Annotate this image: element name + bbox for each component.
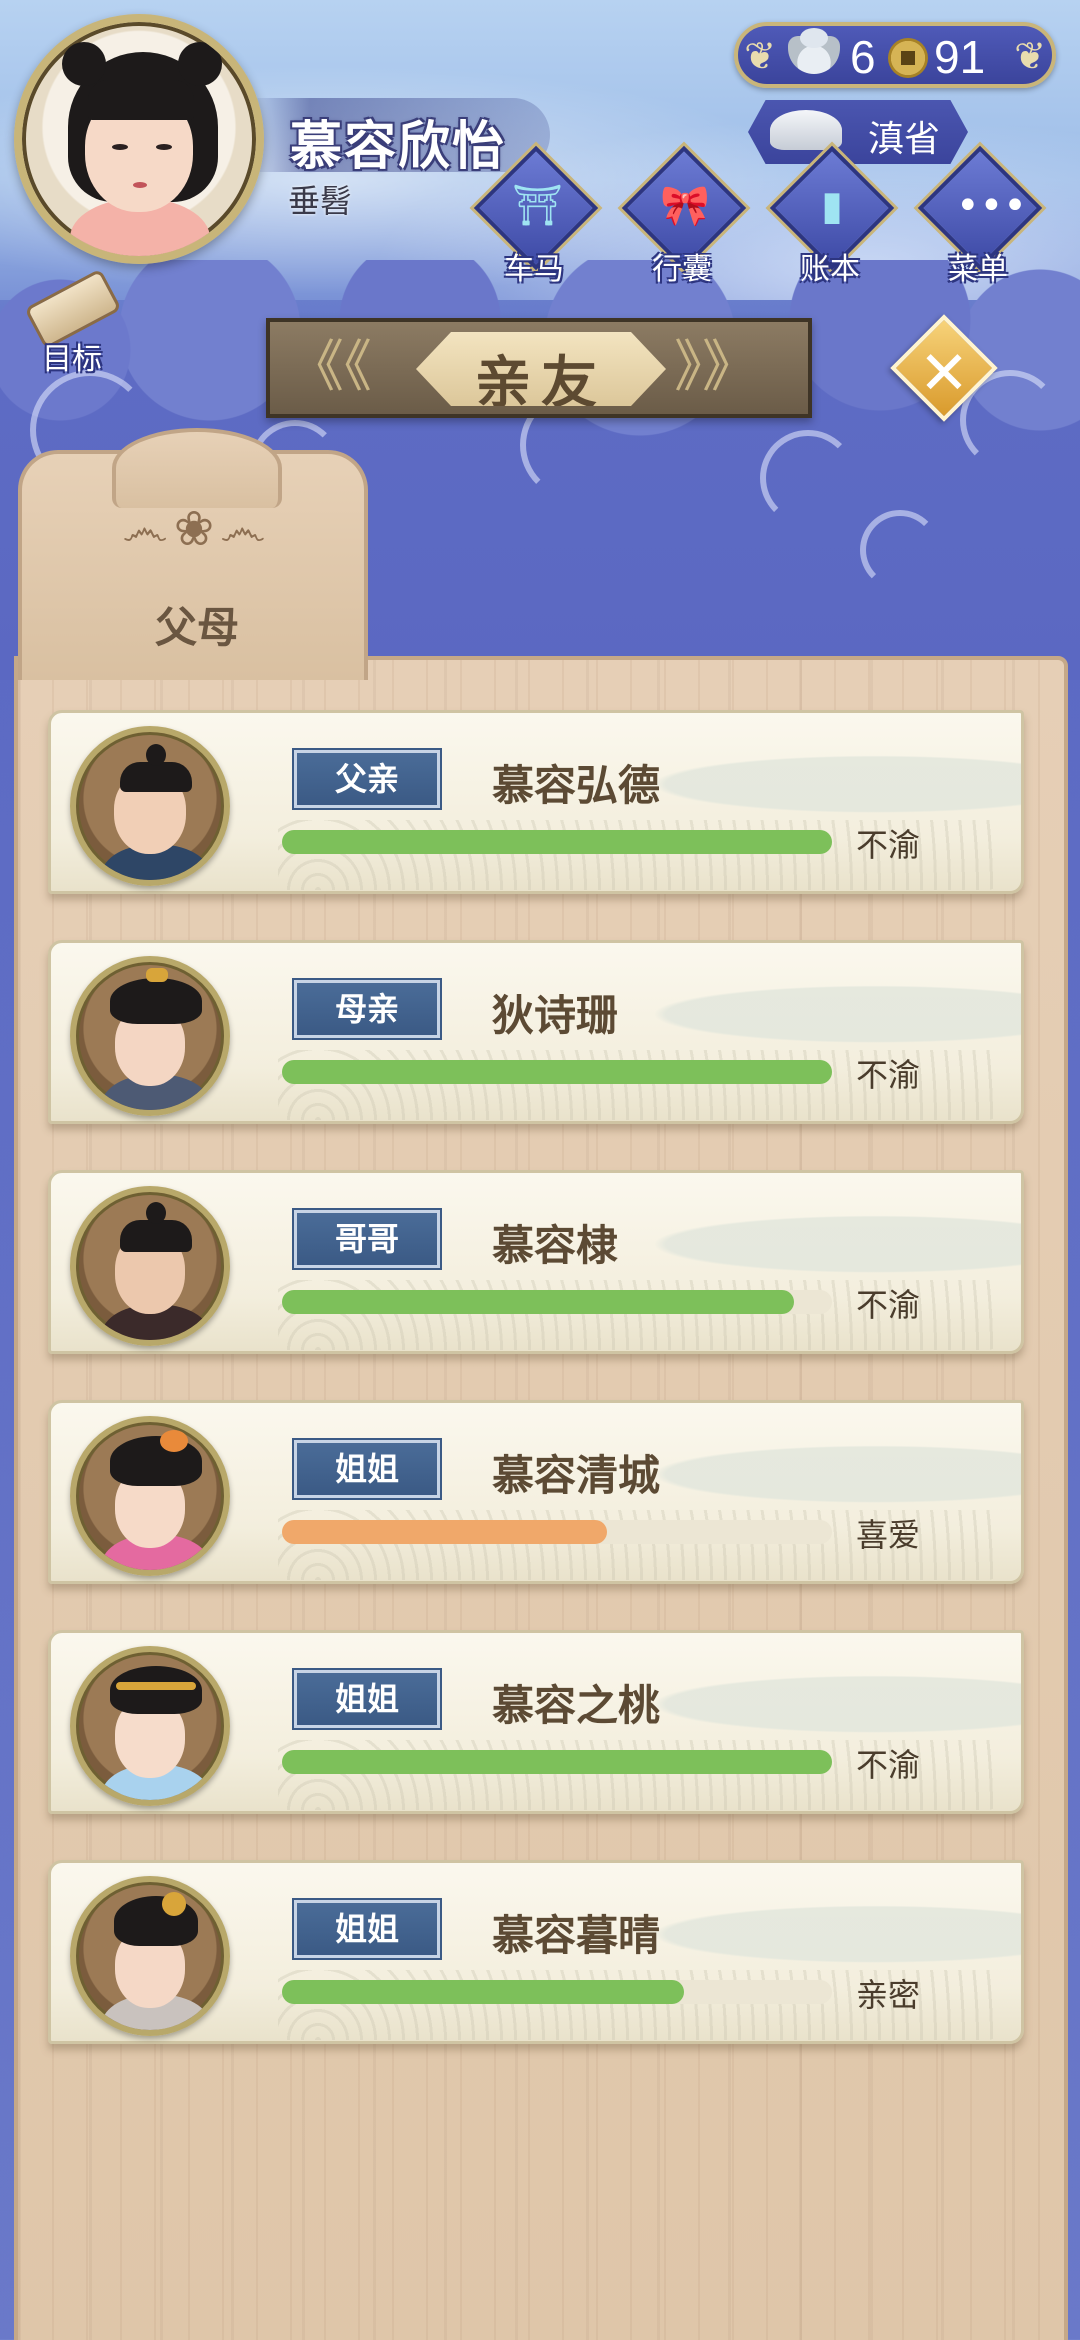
- affection-fill: [282, 1060, 832, 1084]
- location-button[interactable]: 滇省: [748, 100, 968, 164]
- relative-card[interactable]: 父亲 慕容弘德 不渝: [38, 710, 1028, 906]
- tab-parents[interactable]: ෴❀෴ 父母: [18, 428, 368, 680]
- role-tag: 哥哥: [294, 1210, 440, 1268]
- relative-card[interactable]: 哥哥 慕容棣 不渝: [38, 1170, 1028, 1366]
- relative-name: 慕容弘德: [492, 761, 661, 810]
- chevron-left-ornament: 《《: [288, 335, 372, 400]
- affection-fill: [282, 1750, 832, 1774]
- bamboo-icon: ❦: [1014, 34, 1046, 78]
- nav-label: 行囊: [652, 252, 712, 287]
- nav-bundle-button[interactable]: 🎀 行囊: [621, 145, 747, 287]
- relative-name: 狄诗珊: [492, 991, 619, 1040]
- teapot-icon: [770, 110, 842, 150]
- mood-label: 不渝: [856, 1746, 921, 1784]
- player-avatar[interactable]: [14, 14, 264, 264]
- affection-bar: [282, 1520, 832, 1544]
- page-title: 亲友: [475, 351, 607, 416]
- affection-bar: [282, 830, 832, 854]
- affection-fill: [282, 1520, 607, 1544]
- relative-name: 慕容清城: [492, 1451, 661, 1500]
- cloud-ornament-icon: ෴❀෴: [122, 501, 272, 557]
- role-tag: 母亲: [294, 980, 440, 1038]
- mood-label: 不渝: [856, 826, 921, 864]
- copper-coin-icon: [888, 38, 928, 78]
- chevron-right-ornament: 》》: [674, 335, 758, 400]
- carriage-icon: ⛩: [512, 183, 563, 229]
- currency-bar: ❦ 6 91 ❦: [734, 22, 1056, 88]
- role-tag: 父亲: [294, 750, 440, 808]
- mood-label: 喜爱: [856, 1516, 921, 1554]
- affection-bar: [282, 1060, 832, 1084]
- bamboo-icon: ❦: [744, 34, 776, 78]
- tab-label: 父母: [154, 603, 239, 652]
- affection-fill: [282, 1290, 794, 1314]
- relative-name: 慕容暮晴: [492, 1911, 661, 1960]
- location-label: 滇省: [868, 119, 941, 160]
- goal-button[interactable]: 目标: [16, 268, 136, 380]
- role-tag: 姐姐: [294, 1900, 440, 1958]
- role-tag: 姐姐: [294, 1440, 440, 1498]
- relative-avatar[interactable]: [70, 1416, 230, 1576]
- affection-fill: [282, 830, 832, 854]
- player-status: 垂髫: [288, 182, 353, 220]
- relative-card[interactable]: 母亲 狄诗珊 不渝: [38, 940, 1028, 1136]
- silver-ingot-icon: [788, 28, 840, 74]
- relative-card[interactable]: 姐姐 慕容之桃 不渝: [38, 1630, 1028, 1826]
- relative-avatar[interactable]: [70, 956, 230, 1116]
- nav-ledger-button[interactable]: ▮ 账本: [769, 145, 895, 287]
- nav-menu-button[interactable]: ••• 菜单: [917, 145, 1043, 287]
- nav-label: 菜单: [948, 252, 1008, 287]
- mood-label: 不渝: [856, 1056, 921, 1094]
- relative-card[interactable]: 姐姐 慕容清城 喜爱: [38, 1400, 1028, 1596]
- affection-bar: [282, 1750, 832, 1774]
- role-tag: 姐姐: [294, 1670, 440, 1728]
- ledger-icon: ▮: [820, 183, 843, 229]
- relative-avatar[interactable]: [70, 1876, 230, 2036]
- nav-label: 账本: [800, 252, 860, 287]
- affection-bar: [282, 1980, 832, 2004]
- nav-carriage-button[interactable]: ⛩ 车马: [473, 145, 599, 287]
- mood-label: 不渝: [856, 1286, 921, 1324]
- bundle-icon: 🎀: [660, 183, 710, 229]
- relative-card[interactable]: 姐姐 慕容暮晴 亲密: [38, 1860, 1028, 2056]
- relative-name: 慕容棣: [492, 1221, 619, 1270]
- close-icon: ✕: [918, 338, 970, 409]
- relative-avatar[interactable]: [70, 1646, 230, 1806]
- mood-label: 亲密: [856, 1976, 921, 2014]
- affection-fill: [282, 1980, 684, 2004]
- goal-label: 目标: [42, 342, 102, 377]
- relative-avatar[interactable]: [70, 1186, 230, 1346]
- menu-dots-icon: •••: [956, 183, 1027, 229]
- affection-bar: [282, 1290, 832, 1314]
- coin-amount: 91: [934, 31, 986, 83]
- silver-amount: 6: [850, 31, 876, 83]
- relative-name: 慕容之桃: [492, 1681, 661, 1730]
- nav-label: 车马: [504, 252, 564, 287]
- relative-avatar[interactable]: [70, 726, 230, 886]
- title-banner: 《《 》》 亲友: [266, 318, 812, 418]
